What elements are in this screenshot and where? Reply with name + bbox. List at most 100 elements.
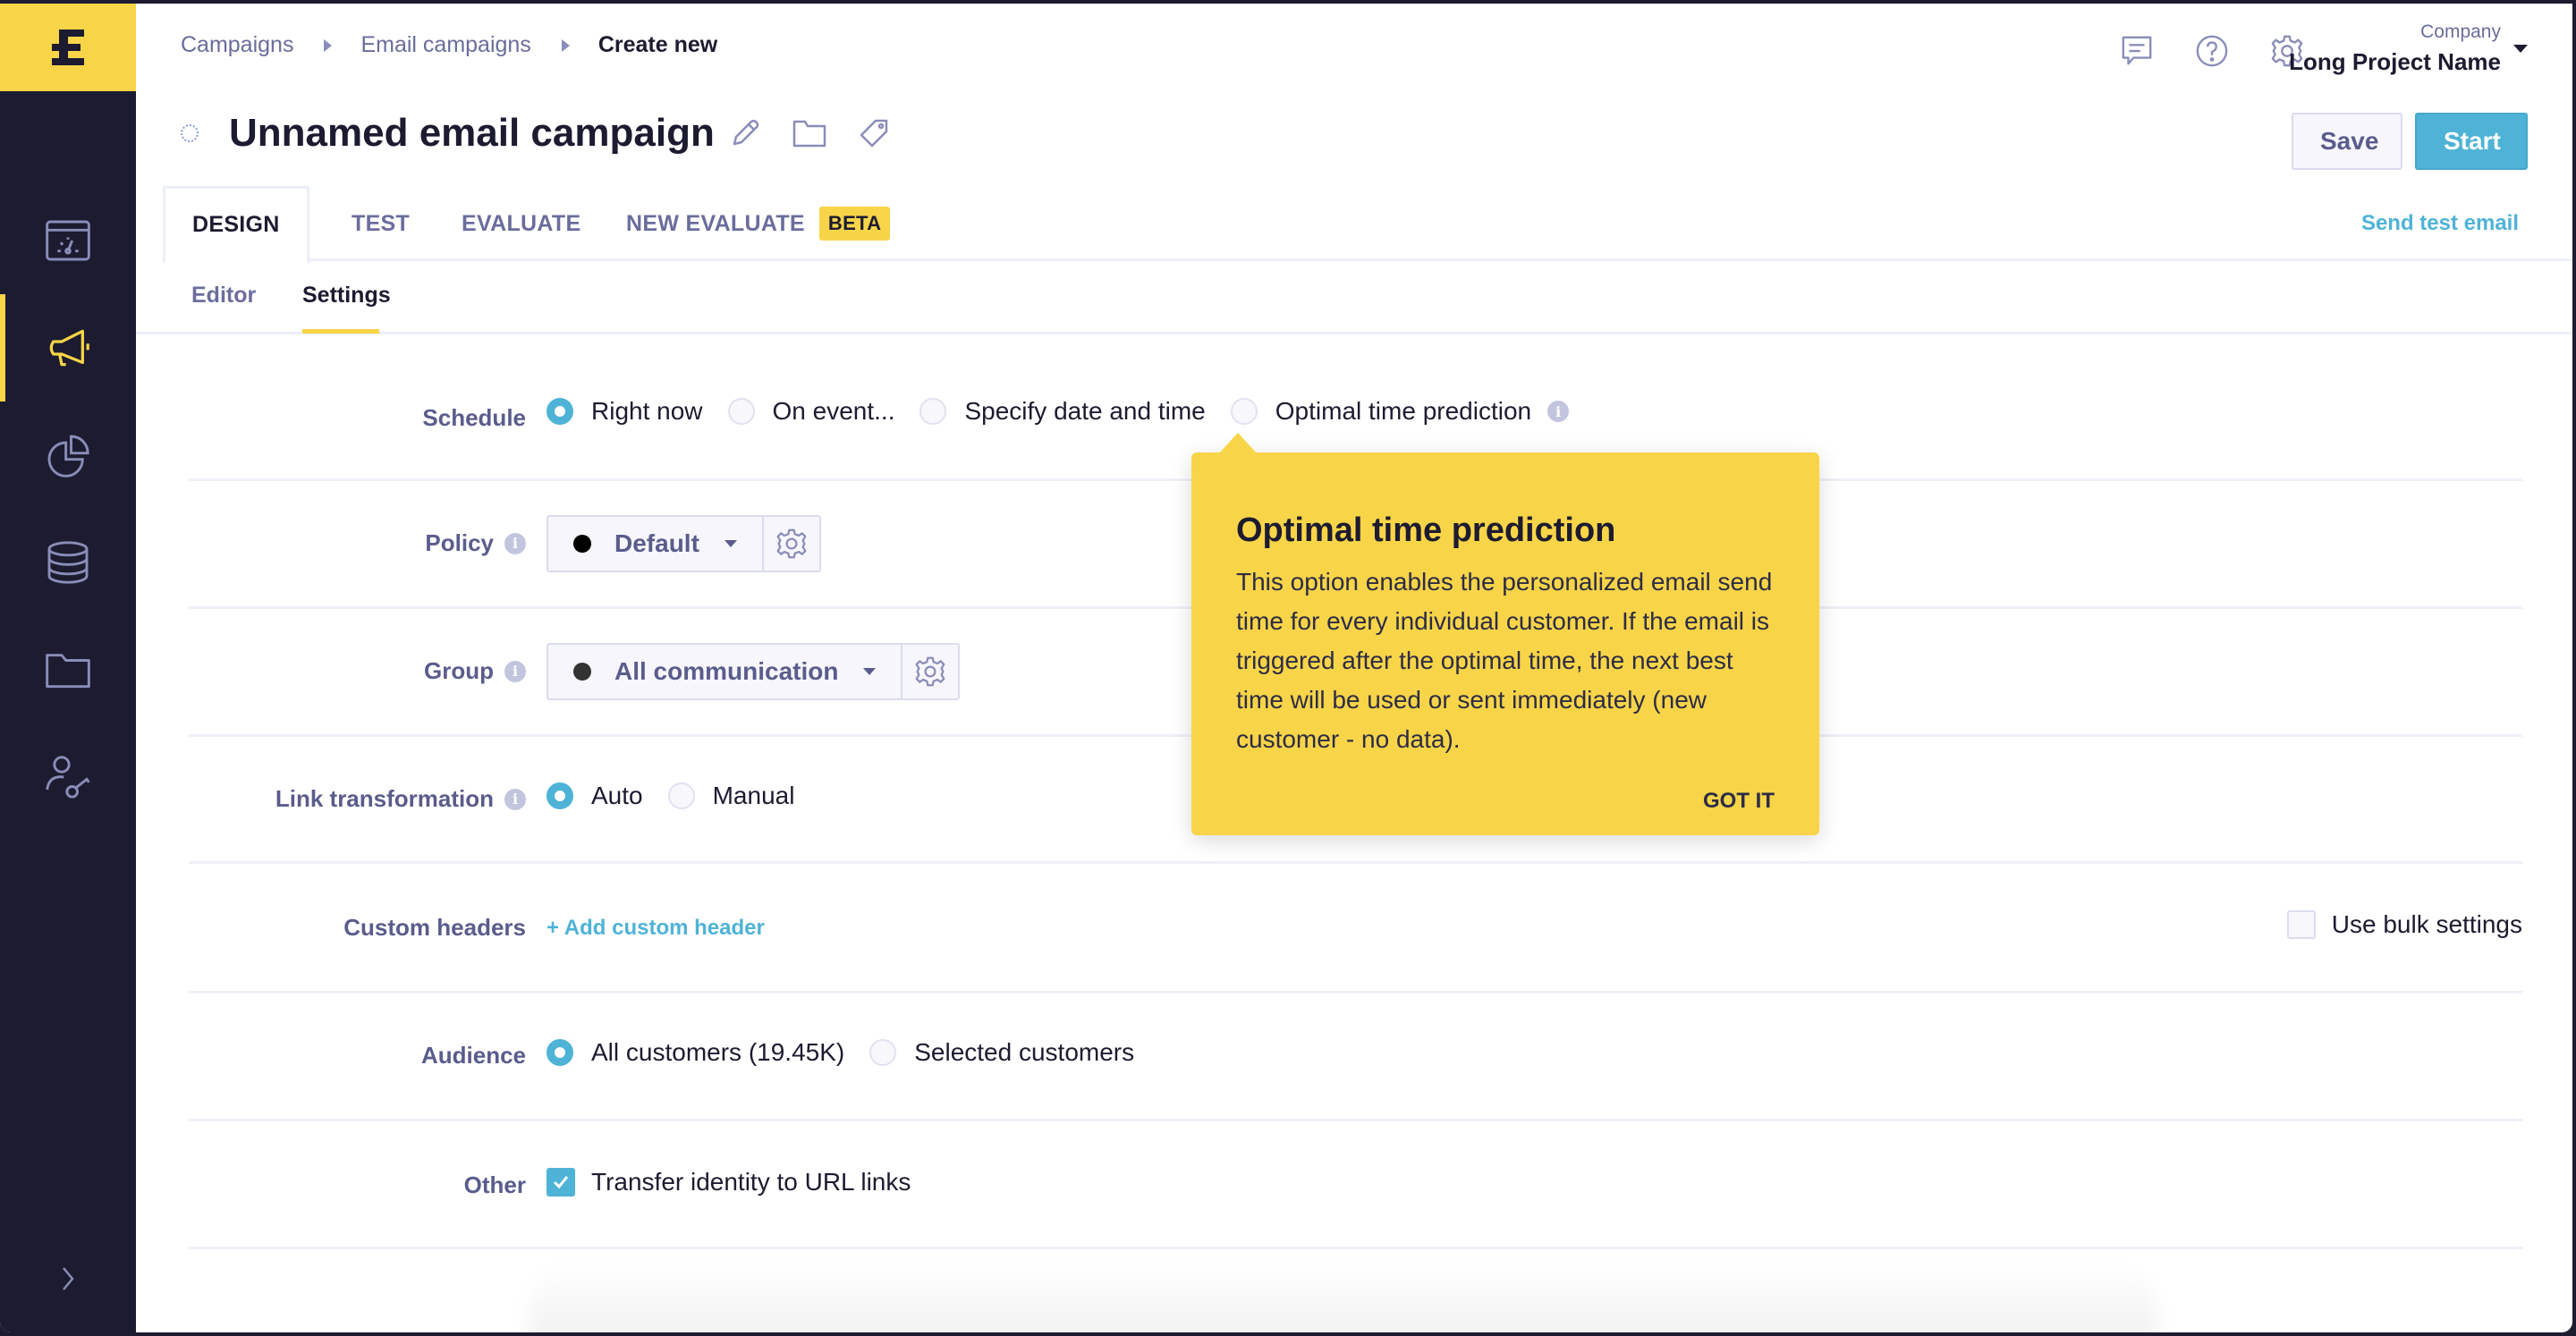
tab-label: EVALUATE (462, 210, 581, 236)
radio-circle (919, 398, 947, 425)
checkbox-label: Use bulk settings (2331, 910, 2522, 938)
audience-row: Audience All customers (19.45K) Selected… (189, 994, 2522, 1121)
folder-icon[interactable] (792, 117, 827, 149)
breadcrumb-email-campaigns[interactable]: Email campaigns (360, 32, 530, 58)
sidebar-item-dashboards[interactable] (0, 187, 136, 294)
schedule-radio-specify-date[interactable]: Specify date and time (919, 397, 1206, 426)
group-select-group: All communication (547, 643, 961, 700)
folder-icon (46, 654, 90, 689)
group-select[interactable]: All communication (548, 645, 903, 698)
gear-icon (916, 656, 945, 687)
tab-new-evaluate[interactable]: NEW EVALUATE BETA (626, 186, 891, 261)
policy-settings-button[interactable] (764, 517, 819, 571)
sidebar-expand-button[interactable] (0, 1252, 136, 1306)
tag-icon[interactable] (858, 117, 890, 149)
help-icon[interactable] (2195, 34, 2229, 68)
policy-select-group: Default (547, 515, 821, 572)
use-bulk-settings-checkbox[interactable]: Use bulk settings (2286, 910, 2522, 939)
tab-evaluate[interactable]: EVALUATE (462, 186, 580, 261)
checkbox-box (2286, 910, 2316, 939)
dashboard-icon (46, 220, 90, 261)
tab-label: TEST (352, 210, 411, 236)
radio-label: All customers (19.45K) (591, 1038, 845, 1066)
popover-title: Optimal time prediction (1236, 512, 1616, 549)
got-it-button[interactable]: GOT IT (1703, 789, 1775, 814)
other-label: Other (463, 1171, 526, 1198)
radio-label: On event... (772, 397, 895, 425)
logo[interactable] (0, 4, 136, 91)
sidebar-item-data[interactable] (0, 509, 136, 616)
status-indicator-icon (181, 124, 199, 142)
tab-label: NEW EVALUATE (626, 210, 805, 236)
radio-circle (667, 782, 695, 809)
chat-icon[interactable] (2120, 34, 2154, 68)
caret-down-icon (863, 668, 877, 675)
main-tabs: DESIGN TEST EVALUATE NEW EVALUATE BETA (163, 186, 2572, 264)
breadcrumb: Campaigns Email campaigns Create new (181, 32, 717, 58)
link-radio-manual[interactable]: Manual (667, 782, 795, 810)
transfer-identity-checkbox[interactable]: Transfer identity to URL links (547, 1168, 911, 1196)
subtab-settings[interactable]: Settings (302, 283, 391, 309)
page-title: Unnamed email campaign (229, 111, 715, 155)
policy-label-text: Policy (425, 529, 494, 556)
sidebar-item-access[interactable] (0, 723, 136, 831)
info-icon[interactable]: i (504, 788, 526, 810)
group-color-dot (573, 663, 591, 681)
schedule-radio-optimal-time[interactable]: Optimal time prediction (1230, 397, 1531, 426)
tab-design[interactable]: DESIGN (163, 186, 309, 264)
active-subtab-indicator (302, 329, 379, 334)
caret-down-icon[interactable] (2513, 45, 2528, 53)
company-label: Company (2420, 21, 2501, 42)
breadcrumb-separator-icon (561, 38, 570, 52)
sidebar (0, 4, 136, 1332)
other-row: Other Transfer identity to URL links (189, 1121, 2522, 1249)
sidebar-item-analyses[interactable] (0, 402, 136, 509)
subtab-editor[interactable]: Editor (191, 283, 256, 309)
group-value: All communication (614, 657, 839, 685)
pencil-icon[interactable] (729, 117, 761, 149)
link-transformation-label: Link transformation i (275, 785, 526, 813)
link-transformation-label-text: Link transformation (275, 785, 494, 812)
policy-value: Default (614, 529, 699, 557)
schedule-radio-right-now[interactable]: Right now (547, 397, 703, 426)
info-icon[interactable]: i (504, 532, 526, 554)
save-button[interactable]: Save (2292, 113, 2402, 170)
bottom-shadow (530, 1261, 2157, 1332)
info-icon[interactable]: i (504, 660, 526, 682)
tab-label: DESIGN (192, 212, 280, 237)
sidebar-item-files[interactable] (0, 616, 136, 723)
header-actions: Save Start (2292, 113, 2528, 170)
audience-radio-selected[interactable]: Selected customers (869, 1038, 1134, 1067)
project-switcher[interactable]: Company Long Project Name (2289, 21, 2501, 76)
sidebar-item-campaigns[interactable] (0, 294, 136, 402)
add-custom-header-link[interactable]: + Add custom header (547, 916, 765, 941)
campaign-title-row: Unnamed email campaign (181, 111, 890, 156)
start-button[interactable]: Start (2415, 113, 2528, 170)
beta-badge: BETA (818, 207, 891, 241)
audience-options: All customers (19.45K) Selected customer… (547, 1038, 1159, 1067)
pie-chart-icon (47, 435, 89, 478)
custom-headers-row: Custom headers + Add custom header Use b… (189, 864, 2522, 994)
custom-headers-controls: + Add custom header (547, 916, 765, 941)
send-test-email-link[interactable]: Send test email (2361, 211, 2519, 236)
radio-label: Selected customers (914, 1038, 1135, 1066)
policy-select[interactable]: Default (548, 517, 764, 571)
radio-circle (547, 1039, 573, 1066)
checkbox-box (547, 1168, 575, 1196)
schedule-radio-on-event[interactable]: On event... (727, 397, 895, 426)
group-settings-button[interactable] (902, 645, 958, 698)
tab-test[interactable]: TEST (352, 186, 410, 261)
info-icon[interactable]: i (1547, 401, 1570, 422)
popover-body: This option enables the personalized ema… (1236, 568, 1773, 753)
audience-radio-all[interactable]: All customers (19.45K) (547, 1038, 844, 1067)
other-controls: Transfer identity to URL links (547, 1168, 936, 1196)
megaphone-icon (49, 329, 89, 367)
breadcrumb-create-new: Create new (597, 32, 718, 57)
breadcrumb-separator-icon (324, 38, 333, 52)
breadcrumb-campaigns[interactable]: Campaigns (181, 32, 293, 58)
radio-label: Manual (712, 782, 795, 809)
link-radio-auto[interactable]: Auto (547, 782, 643, 810)
radio-label: Auto (591, 782, 643, 809)
radio-circle (1230, 398, 1258, 425)
link-transformation-options: Auto Manual (547, 782, 819, 810)
